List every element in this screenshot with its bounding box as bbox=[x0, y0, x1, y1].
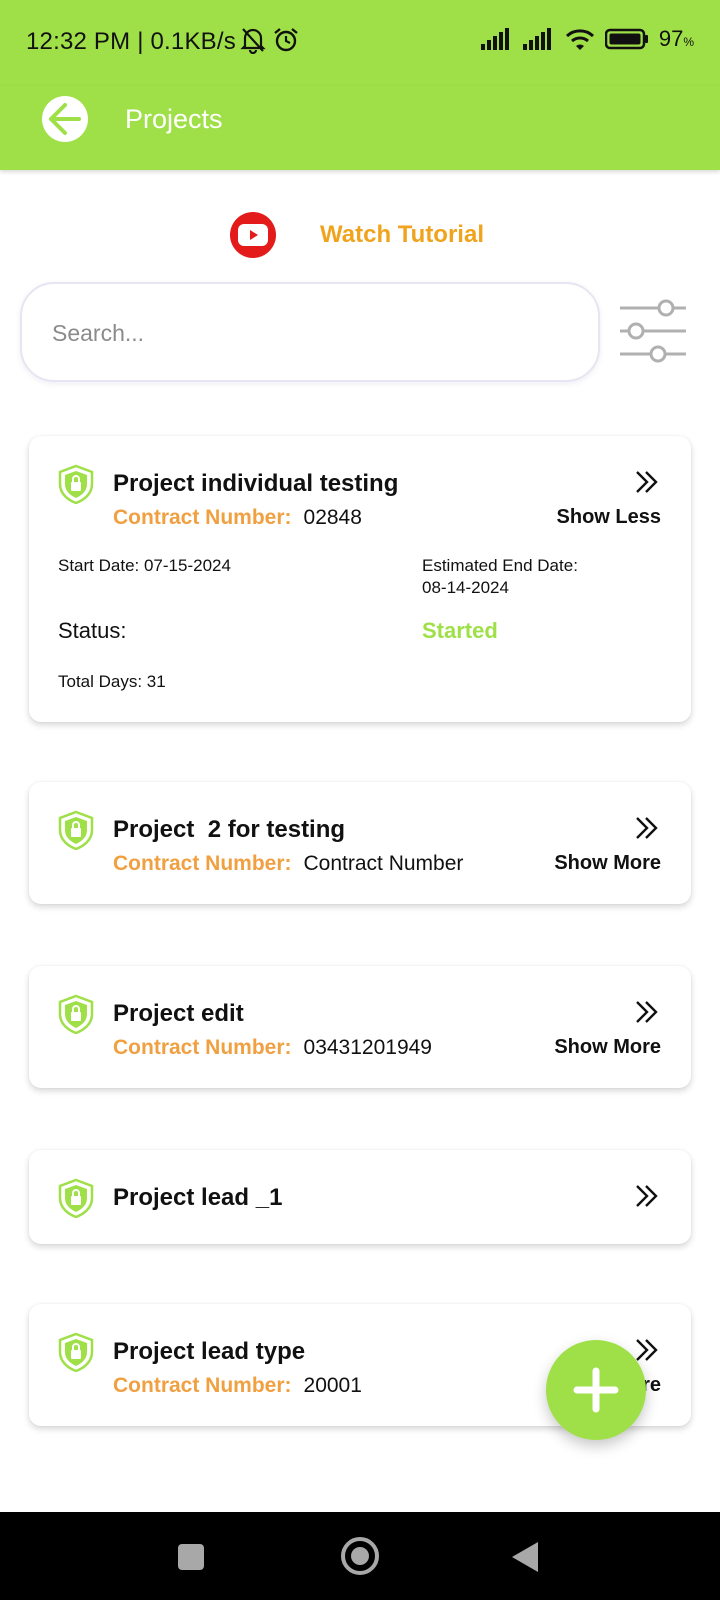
filter-button[interactable] bbox=[618, 298, 688, 364]
watch-tutorial-link[interactable]: Watch Tutorial bbox=[230, 212, 484, 258]
status-time: 12:32 PM | 0.1KB/s bbox=[26, 28, 236, 55]
shield-lock-icon bbox=[58, 464, 94, 504]
project-name: Project lead type bbox=[113, 1338, 306, 1365]
status-value: Started bbox=[422, 618, 498, 643]
back-button[interactable] bbox=[42, 96, 88, 142]
watch-tutorial-label: Watch Tutorial bbox=[320, 221, 484, 248]
end-date-label: Estimated End Date: bbox=[422, 556, 578, 575]
contract-number: Contract Number: Contract Number bbox=[113, 852, 463, 876]
signal-icon bbox=[480, 28, 509, 50]
youtube-icon bbox=[230, 212, 276, 258]
sliders-icon bbox=[620, 299, 686, 363]
double-chevron-right-icon[interactable] bbox=[633, 814, 661, 842]
project-card[interactable]: Project 2 for testing Contract Number: Co… bbox=[29, 782, 691, 904]
battery-icon bbox=[604, 28, 648, 50]
alarm-icon bbox=[274, 28, 298, 52]
contract-number: Contract Number: 20001 bbox=[113, 1374, 362, 1398]
project-name: Project individual testing bbox=[113, 470, 399, 497]
project-card[interactable]: Project individual testing Contract Numb… bbox=[29, 436, 691, 722]
signal-icon bbox=[522, 28, 551, 50]
app-bar: Projects bbox=[0, 86, 720, 170]
double-chevron-right-icon[interactable] bbox=[633, 1182, 661, 1210]
mute-bell-icon bbox=[240, 28, 266, 54]
project-name: Project edit bbox=[113, 1000, 244, 1027]
plus-icon bbox=[573, 1367, 619, 1413]
contract-number-label: Contract Number: bbox=[113, 852, 292, 875]
contract-number: Contract Number: 02848 bbox=[113, 506, 362, 530]
contract-number-value: 02848 bbox=[303, 506, 362, 529]
system-nav-bar bbox=[0, 1512, 720, 1600]
double-chevron-right-icon[interactable] bbox=[633, 468, 661, 496]
contract-number: Contract Number: 03431201949 bbox=[113, 1036, 432, 1060]
contract-number-label: Contract Number: bbox=[113, 1374, 292, 1397]
show-less-button[interactable]: Show Less bbox=[557, 506, 661, 529]
search-placeholder: Search... bbox=[52, 320, 145, 346]
shield-lock-icon bbox=[58, 1178, 94, 1218]
shield-lock-icon bbox=[58, 810, 94, 850]
double-chevron-right-icon[interactable] bbox=[633, 998, 661, 1026]
contract-number-value: Contract Number bbox=[303, 852, 464, 875]
project-name: Project lead _1 bbox=[113, 1184, 283, 1211]
contract-number-label: Contract Number: bbox=[113, 1036, 292, 1059]
search-input[interactable]: Search... bbox=[20, 282, 600, 382]
shield-lock-icon bbox=[58, 994, 94, 1034]
shield-lock-icon bbox=[58, 1332, 94, 1372]
status-left-icons bbox=[240, 26, 300, 54]
status-bar: 12:32 PM | 0.1KB/s 97% bbox=[0, 0, 720, 86]
recent-apps-icon[interactable] bbox=[178, 1544, 204, 1570]
page-title: Projects bbox=[125, 104, 223, 134]
double-chevron-right-icon[interactable] bbox=[633, 1336, 661, 1364]
start-date: Start Date: 07-15-2024 bbox=[58, 556, 231, 575]
battery-level: 97% bbox=[658, 26, 694, 51]
status-right-icons: 97% bbox=[480, 26, 694, 52]
add-project-button[interactable] bbox=[546, 1340, 646, 1440]
project-card[interactable]: Project lead _1 bbox=[29, 1150, 691, 1244]
show-more-button[interactable]: Show More bbox=[554, 852, 661, 875]
contract-number-value: 20001 bbox=[303, 1374, 362, 1397]
arrow-left-icon bbox=[49, 103, 81, 135]
project-name: Project 2 for testing bbox=[113, 816, 346, 843]
contract-number-value: 03431201949 bbox=[303, 1036, 432, 1059]
show-more-button[interactable]: Show More bbox=[554, 1036, 661, 1059]
status-label: Status: bbox=[58, 618, 127, 643]
end-date: 08-14-2024 bbox=[422, 578, 509, 597]
home-icon[interactable] bbox=[341, 1537, 379, 1575]
wifi-icon bbox=[565, 29, 594, 50]
back-triangle-icon[interactable] bbox=[512, 1542, 538, 1572]
contract-number-label: Contract Number: bbox=[113, 506, 292, 529]
total-days: Total Days: 31 bbox=[58, 672, 166, 691]
project-card[interactable]: Project edit Contract Number: 03431201949… bbox=[29, 966, 691, 1088]
